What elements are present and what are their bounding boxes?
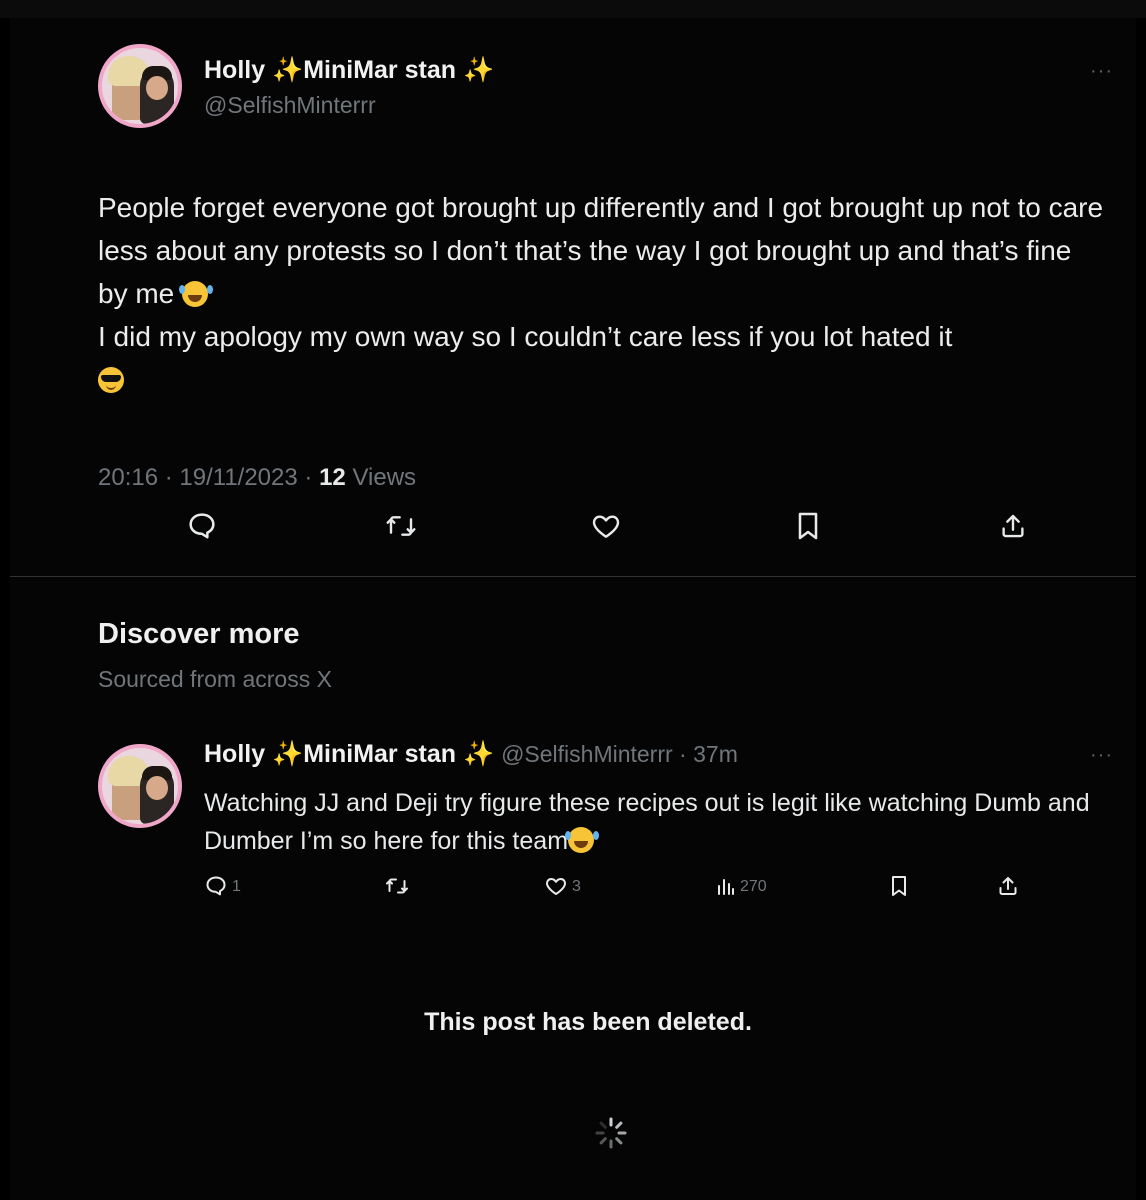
- share-icon: [999, 877, 1017, 895]
- repost-icon[interactable]: [384, 510, 418, 542]
- section-title: Discover more: [98, 618, 300, 650]
- views-count: 270: [740, 878, 767, 895]
- author-handle[interactable]: @SelfishMinterrr: [204, 92, 376, 119]
- views-icon: [718, 879, 734, 895]
- post-meta: 20:16 · 19/11/2023 · 12 Views: [98, 464, 417, 491]
- post-text: People forget everyone got brought up di…: [98, 186, 1108, 401]
- smiling-face-with-sunglasses-icon: [98, 367, 124, 393]
- suggested-post-text[interactable]: Watching JJ and Deji try figure these re…: [204, 784, 1104, 860]
- like-icon: [546, 878, 566, 895]
- reply-button[interactable]: [204, 874, 228, 898]
- more-options-icon[interactable]: ···: [1090, 744, 1113, 767]
- avatar[interactable]: [98, 44, 182, 128]
- face-with-tears-of-joy-icon: [179, 281, 209, 307]
- section-subtitle: Sourced from across X: [98, 666, 332, 692]
- like-button[interactable]: [544, 874, 568, 898]
- bookmark-icon[interactable]: [794, 510, 822, 542]
- reply-icon: [206, 876, 226, 896]
- share-button[interactable]: [996, 874, 1020, 898]
- sparkle-icon: ✨: [272, 740, 304, 768]
- bookmark-button[interactable]: [888, 874, 910, 898]
- deleted-post-notice: This post has been deleted.: [424, 1008, 752, 1036]
- author-handle[interactable]: @SelfishMinterrr: [501, 741, 673, 767]
- reply-icon[interactable]: [186, 510, 218, 542]
- post-date[interactable]: 19/11/2023: [179, 464, 297, 491]
- loudly-crying-face-icon: [565, 827, 595, 853]
- author-display-name[interactable]: Holly ✨MiniMar stan ✨: [204, 56, 494, 85]
- views-count: 12: [319, 464, 346, 491]
- like-icon[interactable]: [590, 510, 622, 542]
- post-time-ago[interactable]: 37m: [693, 741, 738, 767]
- views-button[interactable]: [716, 876, 736, 896]
- bookmark-icon: [892, 876, 906, 896]
- sparkle-icon: ✨: [462, 740, 495, 768]
- avatar[interactable]: [98, 744, 182, 828]
- share-icon[interactable]: [998, 510, 1028, 542]
- like-count: 3: [572, 878, 581, 895]
- sparkle-icon: ✨: [272, 56, 304, 84]
- suggested-post-header[interactable]: Holly ✨MiniMar stan ✨ @SelfishMinterrr ·…: [204, 740, 738, 769]
- post-detail-card: Holly ✨MiniMar stan ✨ @SelfishMinterrr ·…: [10, 18, 1136, 1200]
- divider: [10, 576, 1136, 577]
- top-bar: [0, 0, 1146, 18]
- loading-spinner-icon: [594, 1116, 628, 1150]
- repost-icon: [386, 878, 408, 894]
- sparkle-icon: ✨: [462, 56, 495, 84]
- more-options-icon[interactable]: ···: [1090, 60, 1113, 83]
- reply-count: 1: [232, 878, 241, 895]
- repost-button[interactable]: [384, 874, 410, 898]
- views-label: Views: [352, 464, 417, 491]
- post-time[interactable]: 20:16: [98, 464, 158, 491]
